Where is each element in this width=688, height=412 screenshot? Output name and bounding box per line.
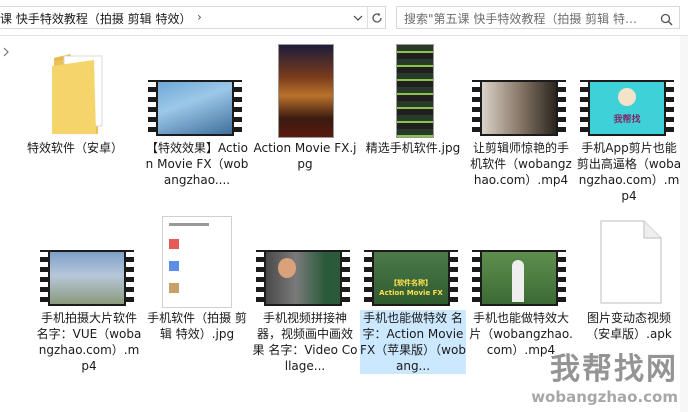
thumb-logo-text: 我帮找 <box>613 115 641 125</box>
file-name: 手机也能做特效 名字：Action Movie FX（苹果版）（wobang..… <box>360 310 466 374</box>
file-name: 图片变动态视频（安卓版）.apk <box>586 311 672 341</box>
file-name: Action Movie FX.jpg <box>253 141 357 171</box>
video-thumbnail <box>40 250 134 306</box>
video-thumbnail: 【软件名称】 Action Movie FX <box>364 250 458 306</box>
video-thumbnail <box>148 80 242 136</box>
search-icon[interactable] <box>660 11 673 30</box>
video-thumbnail <box>472 250 566 306</box>
thumb-subcaption: Action Movie FX <box>379 289 443 297</box>
video-thumbnail <box>256 250 350 306</box>
address-path-box[interactable]: 课 快手特效教程（拍摄 剪辑 特效） › <box>0 6 386 29</box>
file-name: 手机拍摄大片软件 名字：VUE（wobangzhao.com）.mp4 <box>36 311 142 373</box>
nav-pane-edge <box>0 36 14 412</box>
file-name: 让剪辑师惊艳的手机软件（wobangzhao.com）.mp4 <box>470 141 572 187</box>
chevron-right-icon[interactable] <box>2 42 10 61</box>
search-box[interactable]: 搜索"第五课 快手特效教程（拍摄 剪辑 特效... <box>396 6 680 29</box>
image-thumbnail <box>162 216 232 308</box>
watermark-en: wobangzhao.com <box>531 388 678 406</box>
file-name: 手机视频拼接神器，视频画中画效果 名字：Video Collage... <box>252 311 358 373</box>
thumb-caption: 【软件名称】 <box>390 279 432 287</box>
file-name: 手机软件（拍摄 剪辑 特效）.jpg <box>147 311 247 341</box>
file-name: 特效软件（安卓） <box>26 141 123 155</box>
address-path[interactable]: 课 快手特效教程（拍摄 剪辑 特效） <box>0 10 191 27</box>
file-name: 【特效效果】Action Movie FX（wobangzhao.... <box>145 141 249 187</box>
logo-mascot-icon <box>618 88 636 106</box>
refresh-icon[interactable] <box>367 7 386 28</box>
address-bar: 课 快手特效教程（拍摄 剪辑 特效） › 搜索"第五课 快手特效教程（拍摄 剪辑… <box>0 0 688 36</box>
search-input[interactable]: 搜索"第五课 快手特效教程（拍摄 剪辑 特效... <box>404 10 646 27</box>
scrollbar[interactable] <box>680 36 688 412</box>
video-thumbnail: 我帮找 <box>580 80 674 136</box>
image-thumbnail <box>396 44 434 138</box>
path-chevron-icon[interactable]: › <box>197 10 202 24</box>
video-thumbnail <box>472 80 566 136</box>
file-item[interactable]: 特效软件（安卓） <box>22 40 128 155</box>
watermark: 我帮找网 wobangzhao.com <box>531 344 678 406</box>
image-thumbnail <box>278 44 334 138</box>
file-name: 精选手机软件.jpg <box>365 141 461 155</box>
folder-icon <box>50 52 106 136</box>
watermark-cn: 我帮找网 <box>550 352 678 387</box>
file-icon <box>600 220 662 304</box>
file-name: 手机App剪片也能剪出高逼格（wobangzhao.com）.mp4 <box>576 141 682 203</box>
chevron-down-icon[interactable] <box>349 7 367 28</box>
